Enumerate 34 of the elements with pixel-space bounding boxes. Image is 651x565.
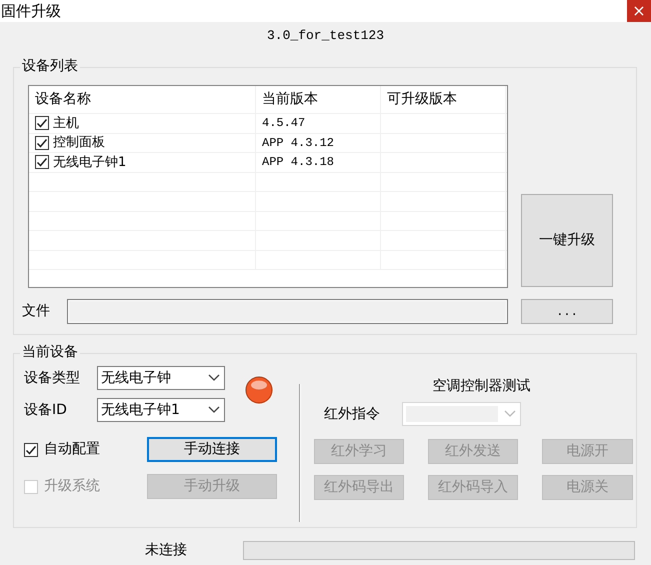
close-button[interactable]: × — [627, 0, 651, 22]
device-name: 无线电子钟1 — [53, 154, 126, 172]
column-header: 可升级版本 — [381, 86, 506, 113]
device-name: 主机 — [53, 114, 79, 132]
file-path-field[interactable] — [67, 299, 508, 324]
status-text: 未连接 — [145, 541, 188, 560]
checkbox-label: 自动配置 — [44, 440, 100, 459]
window-title: 固件升级 — [0, 0, 61, 22]
dropdown[interactable]: 无线电子钟1 — [97, 398, 225, 422]
version-cell: APP 4.3.18 — [256, 153, 381, 172]
version-cell: 4.5.47 — [256, 114, 381, 132]
checkbox-label: 升级系统 — [44, 477, 100, 496]
column-header: 当前版本 — [256, 86, 381, 113]
field-label: 红外指令 — [323, 404, 381, 424]
checkbox[interactable] — [35, 136, 49, 150]
upgrade-all-button[interactable]: 一键升级 — [521, 194, 613, 287]
browse-button[interactable]: ... — [521, 299, 613, 324]
device-name: 控制面板 — [53, 134, 105, 152]
checkbox[interactable] — [35, 116, 49, 130]
checkbox[interactable] — [24, 442, 38, 456]
field-label: 文件 — [22, 302, 51, 321]
dropdown-value: 无线电子钟 — [101, 368, 171, 388]
dropdown-value: 无线电子钟1 — [101, 400, 180, 420]
version-cell: APP 4.3.12 — [256, 134, 381, 152]
version-label: 3.0_for_test123 — [266, 27, 386, 45]
field-label: 设备ID — [24, 400, 68, 420]
group-label: 设备列表 — [20, 57, 80, 75]
section-title: 空调控制器测试 — [432, 377, 532, 396]
dropdown[interactable]: 无线电子钟 — [97, 366, 225, 390]
checkbox[interactable] — [35, 155, 49, 170]
action-button[interactable]: 手动连接 — [147, 437, 277, 462]
field-label: 设备类型 — [24, 368, 81, 388]
group-label: 当前设备 — [20, 343, 80, 361]
column-header: 设备名称 — [29, 86, 256, 113]
